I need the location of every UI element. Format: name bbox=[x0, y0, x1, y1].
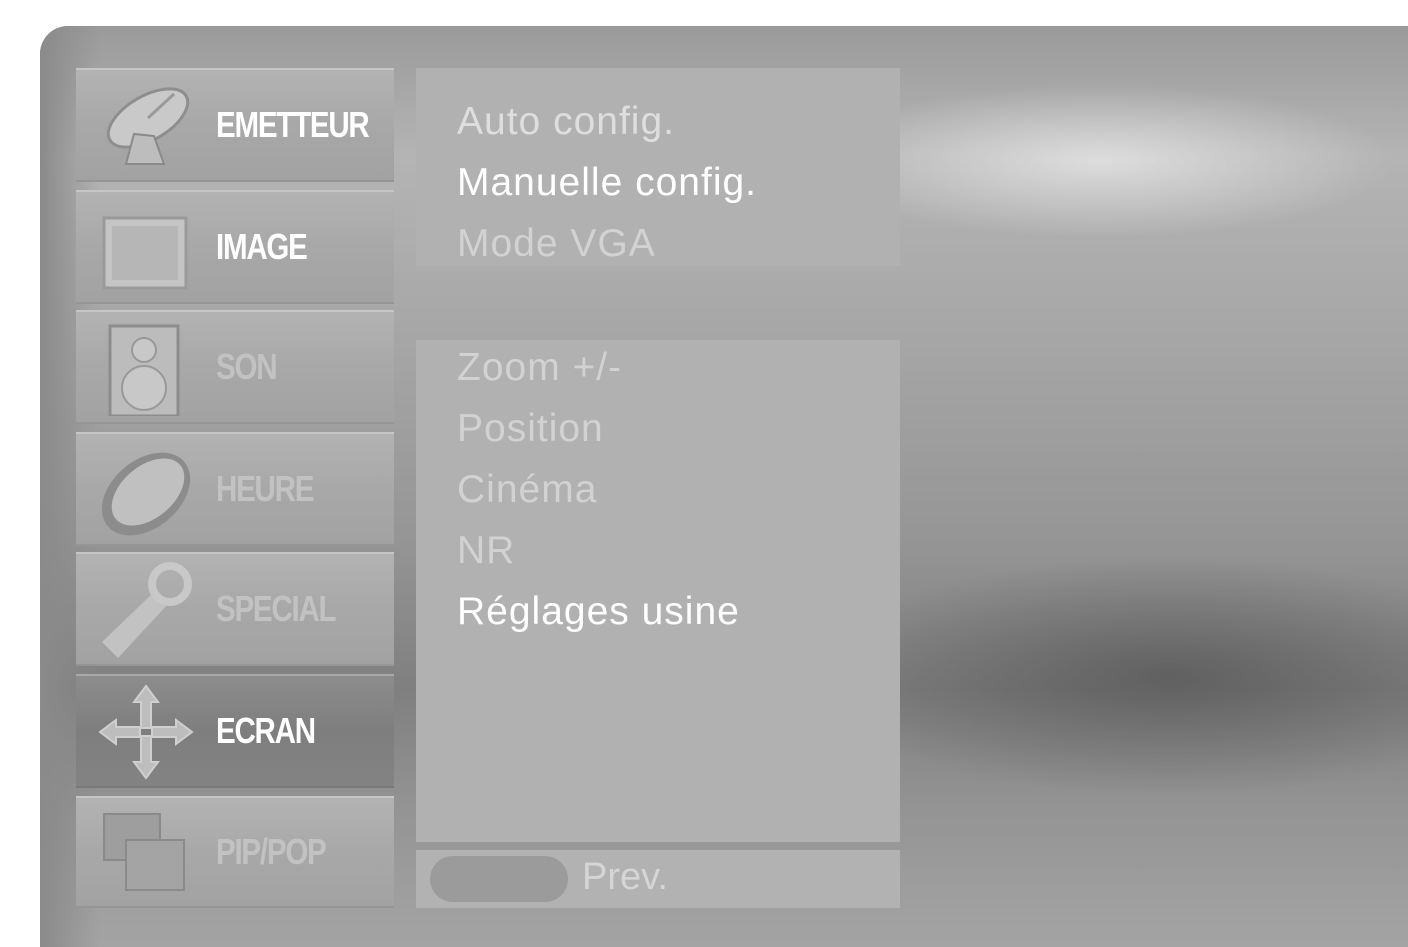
menu-item-pip[interactable]: PIP/POP bbox=[76, 796, 394, 908]
footer-bar: Prev. bbox=[416, 850, 900, 908]
submenu-item-zoom[interactable]: Zoom +/- bbox=[457, 346, 622, 390]
menu-item-emetteur[interactable]: EMETTEUR bbox=[76, 68, 394, 182]
pip-windows-icon bbox=[96, 806, 196, 902]
prev-label: Prev. bbox=[582, 856, 668, 898]
menu-item-heure[interactable]: HEURE bbox=[76, 432, 394, 546]
move-arrows-icon bbox=[96, 684, 196, 780]
clock-icon bbox=[96, 442, 196, 538]
submenu-item-position[interactable]: Position bbox=[457, 407, 604, 451]
prev-button[interactable] bbox=[430, 856, 568, 902]
menu-item-label: SON bbox=[216, 346, 278, 387]
menu-item-special[interactable]: SPECIAL bbox=[76, 552, 394, 666]
menu-item-label: PIP/POP bbox=[216, 831, 327, 872]
submenu-bottom-panel: Zoom +/- Position Cinéma NR Réglages usi… bbox=[416, 340, 900, 842]
menu-item-image[interactable]: IMAGE bbox=[76, 190, 394, 304]
submenu-item-nr[interactable]: NR bbox=[457, 529, 515, 573]
menu-item-ecran[interactable]: ECRAN bbox=[76, 674, 394, 788]
monitor-icon bbox=[96, 200, 196, 296]
speaker-icon bbox=[96, 320, 196, 418]
menu-item-son[interactable]: SON bbox=[76, 310, 394, 424]
satellite-dish-icon bbox=[96, 78, 196, 174]
submenu-item-cinema[interactable]: Cinéma bbox=[457, 468, 597, 512]
submenu-top-panel: Auto config. Manuelle config. Mode VGA bbox=[416, 68, 900, 266]
submenu-item-auto-config[interactable]: Auto config. bbox=[457, 100, 675, 144]
menu-item-label: ECRAN bbox=[216, 710, 316, 751]
menu-item-label: SPECIAL bbox=[216, 588, 337, 629]
menu-item-label: EMETTEUR bbox=[216, 104, 370, 145]
wrench-icon bbox=[96, 562, 196, 658]
menu-item-label: HEURE bbox=[216, 468, 314, 509]
tv-screen: EMETTEUR IMAGE SON HEURE SPECIAL ECRAN P… bbox=[40, 26, 1408, 947]
submenu-item-manuelle-config[interactable]: Manuelle config. bbox=[457, 161, 757, 205]
menu-item-label: IMAGE bbox=[216, 226, 308, 267]
submenu-item-mode-vga[interactable]: Mode VGA bbox=[457, 222, 656, 266]
submenu-item-reglages-usine[interactable]: Réglages usine bbox=[457, 590, 740, 634]
